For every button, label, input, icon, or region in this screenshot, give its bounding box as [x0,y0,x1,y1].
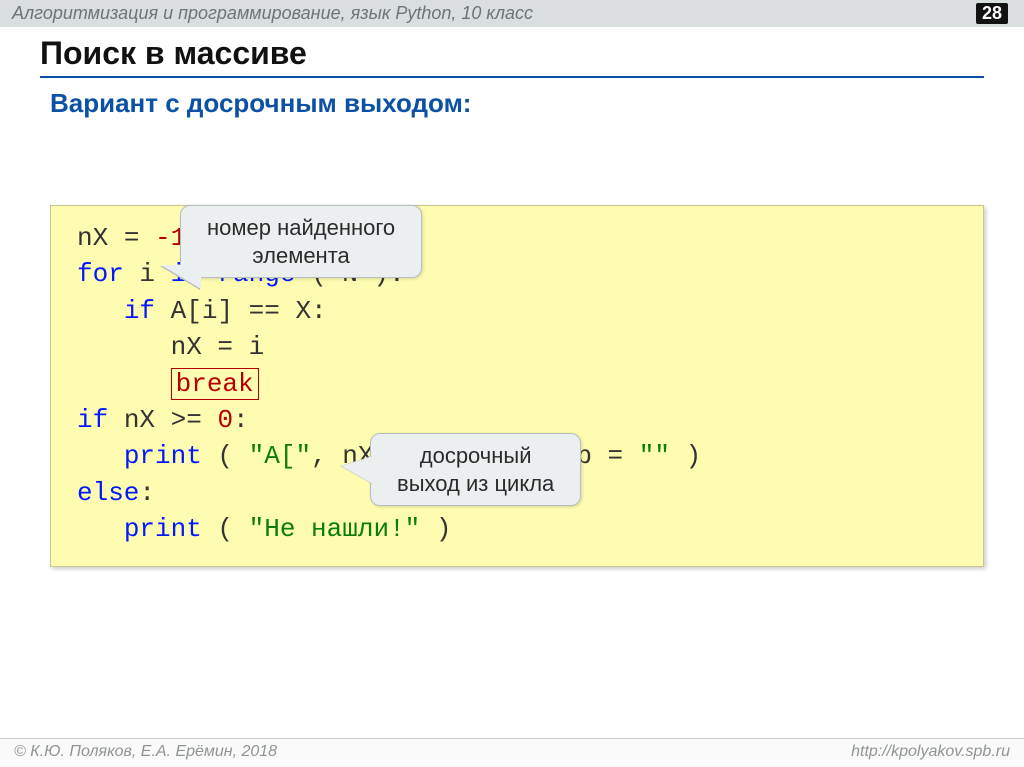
code-string: "Не нашли!" [249,514,421,544]
code-token: 0 [217,405,233,435]
code-keyword: if [77,405,108,435]
code-token: ( [202,514,249,544]
code-token: ) [670,441,701,471]
code-keyword: for [77,259,124,289]
callout-tail-icon [341,456,373,484]
footer-bar: © К.Ю. Поляков, Е.А. Ерёмин, 2018 http:/… [0,738,1024,767]
callout-line: номер найденного [207,215,395,240]
code-token [77,296,124,326]
title-underline [40,76,984,78]
callout-line: выход из цикла [397,471,554,496]
code-keyword-break: break [171,368,259,400]
content-area: номер найденного элемента досрочный выхо… [50,205,984,567]
code-token [77,369,171,399]
callout-early-exit: досрочный выход из цикла [370,433,581,506]
code-token: : [233,405,249,435]
breadcrumb: Алгоритмизация и программирование, язык … [12,3,533,24]
code-token: A[i] == X: [155,296,327,326]
code-token [77,514,124,544]
code-token [77,441,124,471]
code-string: "A[" [249,441,311,471]
callout-tail-icon [161,265,201,289]
code-token: nX [77,223,108,253]
code-keyword: print [124,514,202,544]
callout-line: досрочный [420,443,532,468]
footer-authors: © К.Ю. Поляков, Е.А. Ерёмин, 2018 [14,743,277,761]
code-token: ) [420,514,451,544]
code-keyword: else [77,478,139,508]
code-keyword: print [124,441,202,471]
callout-found-index: номер найденного элемента [180,205,422,278]
code-token: nX >= [108,405,217,435]
code-token: ( [202,441,249,471]
callout-line: элемента [252,243,349,268]
code-string: "" [639,441,670,471]
code-token: nX = i [77,332,264,362]
header-bar: Алгоритмизация и программирование, язык … [0,0,1024,27]
footer-url: http://kpolyakov.spb.ru [851,743,1010,761]
code-token: : [139,478,155,508]
page-title: Поиск в массиве [0,27,1024,76]
page-number: 28 [976,3,1008,24]
code-token: = [108,223,155,253]
code-keyword: if [124,296,155,326]
section-subtitle: Вариант с досрочным выходом: [0,88,1024,119]
